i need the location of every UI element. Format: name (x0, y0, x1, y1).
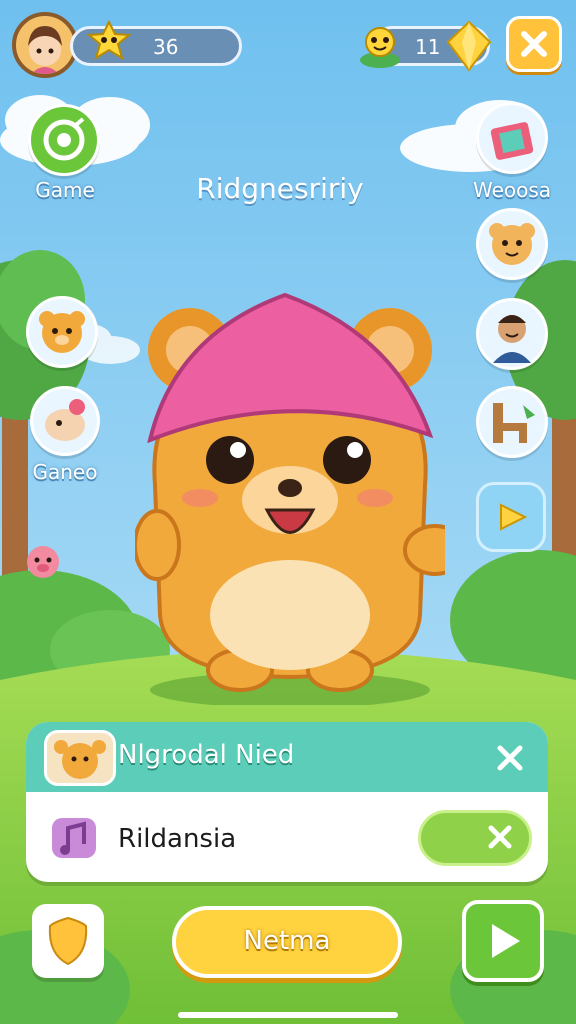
notification-body: Rildansia (118, 824, 237, 854)
notification-title: Nlgrodal Nied (118, 740, 295, 770)
close-button[interactable] (506, 16, 562, 72)
chair-button[interactable] (476, 386, 548, 458)
play-side-button[interactable] (476, 482, 546, 552)
play-button[interactable] (462, 900, 544, 982)
notification-avatar (44, 730, 116, 786)
close-icon (488, 825, 512, 849)
notification-dismiss-button[interactable] (418, 810, 532, 866)
shield-button[interactable] (32, 904, 104, 978)
music-note-icon (52, 818, 96, 858)
weoosa-button-label: Weoosa (472, 178, 552, 202)
notification-card: Nlgrodal Nied Rildansia (26, 722, 548, 882)
star-monster-icon (86, 20, 132, 60)
man-avatar-button[interactable] (476, 298, 548, 370)
game-scene: 36 11 Ridgnesririy Game Ganeo Weoosa Nlg… (0, 0, 576, 1024)
gems-count: 11 (415, 35, 441, 59)
girl-avatar-icon (28, 26, 62, 74)
main-action-label: Netma (243, 926, 331, 956)
play-arrow-icon (500, 503, 528, 531)
scene-title: Ridgnesririy (196, 172, 364, 205)
target-icon (43, 117, 85, 161)
main-action-button[interactable]: Netma (172, 906, 402, 978)
pet-character[interactable] (135, 285, 445, 705)
hamster-avatar-icon (489, 223, 535, 265)
bear-avatar-icon (39, 311, 85, 353)
gem-icon (446, 20, 492, 72)
pig-icon[interactable] (20, 538, 66, 582)
animal-avatar-button[interactable] (30, 386, 100, 456)
hearts-count: 36 (153, 35, 179, 59)
game-button[interactable] (28, 104, 100, 176)
frog-mascot-icon (360, 27, 400, 68)
gift-box-icon (490, 122, 534, 160)
bear-avatar-button[interactable] (26, 296, 98, 368)
chair-icon (493, 403, 535, 443)
home-indicator[interactable] (178, 1012, 398, 1018)
play-arrow-icon (492, 924, 520, 958)
player-avatar[interactable] (12, 12, 78, 78)
hamster-avatar-button[interactable] (476, 208, 548, 280)
gift-box-button[interactable] (476, 102, 548, 174)
bear-avatar-icon (54, 740, 106, 779)
game-button-label: Game (35, 178, 95, 202)
animal-avatar-icon (45, 399, 85, 441)
ganeo-button-label: Ganeo (32, 460, 98, 484)
shield-icon (48, 916, 88, 966)
man-avatar-icon (493, 315, 531, 363)
close-icon (521, 31, 547, 57)
notification-close-button[interactable] (486, 734, 534, 782)
close-icon (497, 745, 523, 771)
